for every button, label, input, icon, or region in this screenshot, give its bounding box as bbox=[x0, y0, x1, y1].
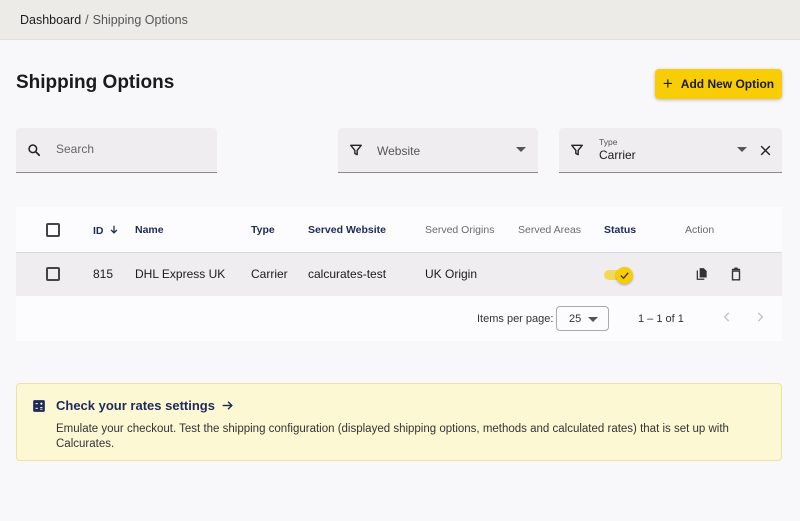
row-served-website: calcurates-test bbox=[308, 267, 387, 281]
filter-icon bbox=[350, 144, 362, 156]
type-filter-value: Carrier bbox=[599, 148, 636, 162]
pagination-range: 1 – 1 of 1 bbox=[638, 313, 684, 325]
items-per-page-label: Items per page: bbox=[477, 313, 554, 325]
status-toggle-knob bbox=[616, 267, 633, 284]
chevron-down-icon bbox=[588, 317, 598, 322]
checkmark-icon bbox=[620, 272, 629, 280]
search-input[interactable]: Search bbox=[16, 128, 217, 173]
check-rates-title: Check your rates settings bbox=[56, 398, 215, 413]
status-toggle[interactable] bbox=[604, 267, 634, 284]
arrow-right-icon bbox=[222, 401, 233, 410]
check-rates-link[interactable]: Check your rates settings bbox=[56, 398, 234, 413]
breadcrumb-separator: / bbox=[85, 12, 89, 27]
column-header-name[interactable]: Name bbox=[135, 224, 164, 236]
type-filter-label: Type bbox=[599, 137, 618, 147]
shipping-options-table: ID Name Type Served Website Served Origi… bbox=[16, 207, 782, 341]
column-header-type[interactable]: Type bbox=[251, 224, 275, 236]
add-new-option-label: Add New Option bbox=[680, 77, 775, 91]
add-new-option-button[interactable]: + Add New Option bbox=[655, 69, 782, 99]
website-placeholder: Website bbox=[377, 144, 421, 158]
breadcrumb-dashboard-link[interactable]: Dashboard bbox=[20, 13, 81, 27]
top-bar: Dashboard / Shipping Options bbox=[0, 0, 800, 40]
row-name: DHL Express UK bbox=[135, 267, 226, 281]
website-filter-select[interactable]: Website bbox=[338, 128, 538, 173]
column-header-served-areas: Served Areas bbox=[518, 224, 582, 236]
chevron-down-icon bbox=[516, 147, 526, 152]
search-icon bbox=[28, 144, 41, 157]
row-served-origins: UK Origin bbox=[425, 267, 478, 281]
search-placeholder: Search bbox=[56, 142, 95, 156]
row-checkbox[interactable] bbox=[46, 267, 60, 281]
filter-icon bbox=[571, 144, 583, 156]
column-header-action: Action bbox=[685, 224, 715, 236]
column-header-served-origins: Served Origins bbox=[425, 224, 495, 236]
breadcrumb: Dashboard / Shipping Options bbox=[20, 13, 188, 27]
plus-icon: + bbox=[662, 73, 673, 93]
column-header-id[interactable]: ID bbox=[93, 224, 119, 237]
row-type: Carrier bbox=[251, 267, 288, 281]
check-rates-banner: Check your rates settings Emulate your c… bbox=[16, 383, 782, 461]
items-per-page-select[interactable]: 25 bbox=[556, 306, 609, 331]
copy-icon[interactable] bbox=[695, 266, 709, 282]
page-title: Shipping Options bbox=[16, 72, 175, 93]
table-header: ID Name Type Served Website Served Origi… bbox=[16, 207, 782, 253]
type-filter-select[interactable]: Type Carrier bbox=[559, 128, 782, 173]
chevron-down-icon bbox=[737, 147, 747, 152]
pagination: Items per page: 25 1 – 1 of 1 bbox=[16, 296, 782, 341]
row-id: 815 bbox=[93, 267, 114, 281]
arrow-down-icon bbox=[111, 225, 118, 234]
check-rates-description: Emulate your checkout. Test the shipping… bbox=[56, 423, 729, 450]
column-header-served-website[interactable]: Served Website bbox=[308, 224, 386, 236]
column-header-status[interactable]: Status bbox=[604, 224, 636, 236]
next-page-icon[interactable] bbox=[753, 310, 767, 324]
breadcrumb-current: Shipping Options bbox=[92, 12, 188, 27]
select-all-checkbox[interactable] bbox=[46, 223, 60, 237]
items-per-page-value: 25 bbox=[569, 313, 582, 325]
column-header-id-label: ID bbox=[93, 225, 104, 237]
calculator-icon bbox=[33, 400, 45, 412]
close-icon[interactable] bbox=[759, 144, 772, 157]
table-row[interactable]: 815 DHL Express UK Carrier calcurates-te… bbox=[16, 253, 782, 296]
delete-icon[interactable] bbox=[729, 266, 743, 282]
previous-page-icon[interactable] bbox=[720, 310, 734, 324]
